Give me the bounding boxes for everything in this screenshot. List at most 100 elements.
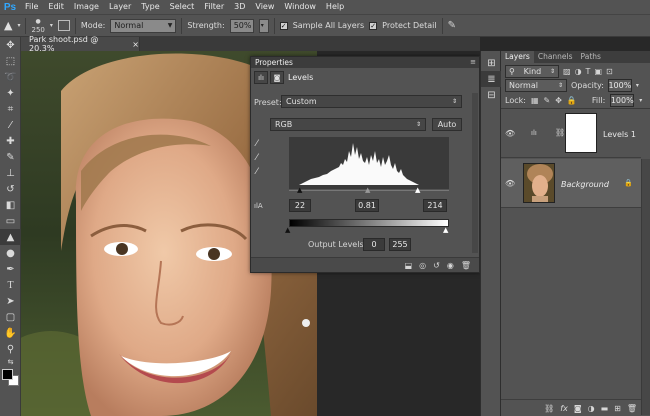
fill-input[interactable]: 100%: [610, 94, 635, 107]
auto-button[interactable]: Auto: [432, 118, 462, 131]
output-black-slider[interactable]: ▲: [285, 226, 290, 234]
menu-select[interactable]: Select: [165, 0, 200, 14]
brush-tool-icon[interactable]: ✎: [0, 149, 21, 165]
input-white-slider[interactable]: ▲: [415, 186, 420, 194]
input-gamma-slider[interactable]: ▲: [365, 186, 370, 194]
new-layer-icon[interactable]: ⊞: [614, 404, 621, 413]
filter-shape-icon[interactable]: ▣: [594, 67, 602, 76]
layer-mask-thumbnail[interactable]: [565, 113, 597, 153]
input-gamma-field[interactable]: 0.81: [355, 199, 379, 212]
brush-dropdown-icon[interactable]: ▾: [50, 22, 53, 29]
preset-select[interactable]: Custom ⇕: [281, 95, 462, 108]
path-selection-tool-icon[interactable]: ➤: [0, 293, 21, 309]
protect-detail-checkbox[interactable]: ✓: [369, 21, 378, 30]
output-white-field[interactable]: 255: [389, 238, 411, 251]
menu-window[interactable]: Window: [279, 0, 321, 14]
pressure-brush-icon[interactable]: ✎: [448, 20, 456, 31]
filter-type-icon[interactable]: T: [586, 67, 591, 76]
strength-input[interactable]: 50%: [229, 18, 254, 33]
quick-select-tool-icon[interactable]: ✦: [0, 85, 21, 101]
properties-panel-icon[interactable]: ≣: [481, 71, 502, 87]
input-black-field[interactable]: 22: [289, 199, 311, 212]
view-previous-icon[interactable]: ◎: [419, 261, 426, 270]
tool-preset-dropdown-icon[interactable]: ▾: [17, 22, 20, 29]
input-black-slider[interactable]: ▲: [297, 186, 302, 194]
chain-link-icon[interactable]: ⛓: [555, 128, 565, 137]
strength-slider-toggle[interactable]: ▾: [258, 18, 269, 33]
close-icon[interactable]: ×: [132, 40, 139, 49]
menu-view[interactable]: View: [250, 0, 279, 14]
eye-icon[interactable]: 👁: [505, 129, 515, 138]
foreground-color-swatch[interactable]: [2, 369, 13, 380]
filter-adjustment-icon[interactable]: ◑: [575, 67, 582, 76]
sample-all-layers-checkbox[interactable]: ✓: [279, 21, 288, 30]
delete-layer-icon[interactable]: 🗑: [627, 404, 637, 413]
panel-menu-icon[interactable]: ≡: [470, 57, 476, 68]
menu-help[interactable]: Help: [321, 0, 349, 14]
layer-row-background[interactable]: 👁 Background 🔒: [501, 159, 641, 208]
lock-transparent-icon[interactable]: ▦: [531, 96, 539, 105]
eyedropper-tool-icon[interactable]: ⁄: [0, 117, 21, 133]
hand-tool-icon[interactable]: ✋: [0, 325, 21, 341]
lock-all-icon[interactable]: 🔒: [567, 96, 577, 105]
brush-panel-toggle-icon[interactable]: [57, 20, 70, 31]
adjustments-panel-icon[interactable]: ⊟: [481, 87, 502, 103]
reset-icon[interactable]: ↺: [433, 261, 440, 270]
mask-icon[interactable]: ◙: [270, 71, 284, 84]
properties-header[interactable]: Properties: [251, 57, 479, 68]
eraser-tool-icon[interactable]: ◧: [0, 197, 21, 213]
new-adjustment-icon[interactable]: ◑: [588, 404, 595, 413]
chevron-down-icon[interactable]: ▾: [636, 82, 639, 89]
menu-edit[interactable]: Edit: [43, 0, 69, 14]
filter-pixel-icon[interactable]: ▨: [563, 67, 571, 76]
visibility-icon[interactable]: ◉: [447, 261, 454, 270]
gradient-tool-icon[interactable]: ▭: [0, 213, 21, 229]
crop-tool-icon[interactable]: ⌗: [0, 101, 21, 117]
input-white-field[interactable]: 214: [423, 199, 447, 212]
rectangle-tool-icon[interactable]: ▢: [0, 309, 21, 325]
chevron-down-icon[interactable]: ▾: [639, 97, 642, 104]
dodge-tool-icon[interactable]: ●: [0, 245, 21, 261]
properties-scrollbar[interactable]: [472, 93, 478, 253]
menu-file[interactable]: File: [20, 0, 43, 14]
document-tab[interactable]: Park shoot.psd @ 20.3% ×: [21, 35, 140, 53]
lock-pixels-icon[interactable]: ✎: [544, 96, 551, 105]
gray-point-eyedropper-icon[interactable]: ⁄: [256, 153, 258, 163]
eye-icon[interactable]: 👁: [505, 179, 515, 188]
zoom-tool-icon[interactable]: ⚲: [0, 341, 21, 357]
clone-stamp-tool-icon[interactable]: ⊥: [0, 165, 21, 181]
history-panel-icon[interactable]: ⊞: [481, 55, 502, 71]
add-mask-icon[interactable]: ◙: [574, 404, 582, 413]
new-group-icon[interactable]: ▬: [601, 404, 609, 413]
blend-mode-select[interactable]: Normal ⇕: [505, 79, 567, 92]
opacity-input[interactable]: 100%: [607, 79, 632, 92]
layer-style-icon[interactable]: fx: [560, 404, 568, 413]
layer-thumbnail[interactable]: [523, 163, 555, 203]
menu-image[interactable]: Image: [69, 0, 104, 14]
tab-layers[interactable]: Layers: [501, 51, 534, 63]
marquee-tool-icon[interactable]: ⬚: [0, 53, 21, 69]
levels-histogram-icon[interactable]: ılı: [254, 71, 268, 84]
move-tool-icon[interactable]: ✥: [0, 37, 21, 53]
delete-icon[interactable]: 🗑: [461, 261, 471, 270]
output-white-slider[interactable]: ▲: [443, 226, 448, 234]
history-brush-tool-icon[interactable]: ↺: [0, 181, 21, 197]
clipping-warning-icon[interactable]: ılA: [254, 202, 263, 210]
menu-filter[interactable]: Filter: [199, 0, 229, 14]
color-swatches[interactable]: [0, 367, 21, 393]
layer-row-levels[interactable]: 👁 ılı ⛓ Levels 1: [501, 109, 641, 158]
menu-3d[interactable]: 3D: [229, 0, 250, 14]
white-point-eyedropper-icon[interactable]: ⁄: [256, 167, 258, 177]
brush-size-picker[interactable]: ● 250: [31, 18, 44, 34]
clip-to-layer-icon[interactable]: ⬓: [405, 261, 413, 270]
type-tool-icon[interactable]: T: [0, 277, 21, 293]
tab-channels[interactable]: Channels: [534, 51, 577, 63]
menu-type[interactable]: Type: [136, 0, 164, 14]
black-point-eyedropper-icon[interactable]: ⁄: [256, 139, 258, 149]
mode-select[interactable]: Normal ▼: [110, 18, 177, 33]
menu-layer[interactable]: Layer: [104, 0, 136, 14]
tab-paths[interactable]: Paths: [577, 51, 605, 63]
lasso-tool-icon[interactable]: ➰: [0, 69, 21, 85]
layer-filter-select[interactable]: ⚲ Kind ⇕: [505, 65, 559, 78]
output-black-field[interactable]: 0: [363, 238, 385, 251]
